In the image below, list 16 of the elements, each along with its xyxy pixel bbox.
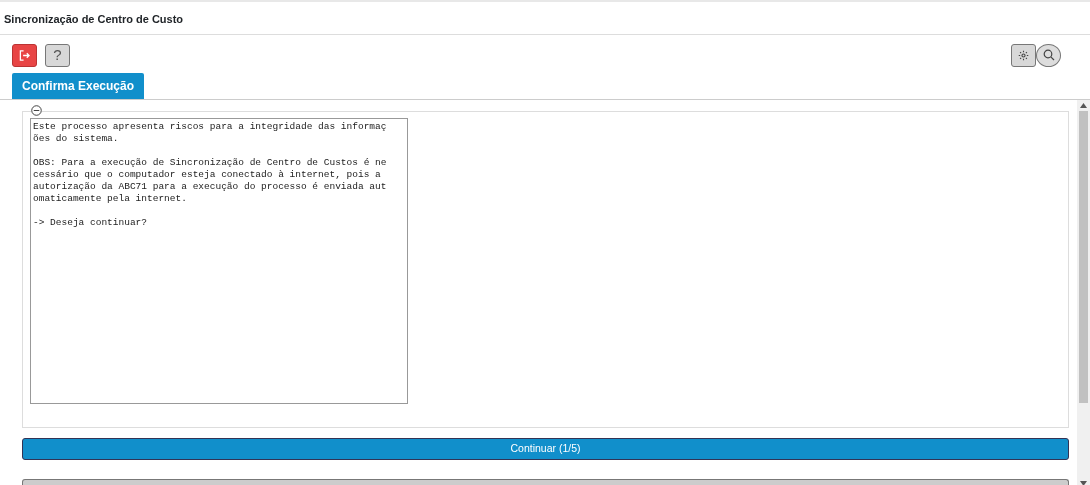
scroll-up-icon[interactable]: [1080, 102, 1087, 108]
search-button[interactable]: [1036, 43, 1061, 67]
secondary-button[interactable]: [22, 478, 1069, 485]
search-icon: [1042, 49, 1055, 61]
settings-button[interactable]: [1011, 43, 1036, 67]
collapse-icon[interactable]: [31, 104, 42, 116]
scroll-down-icon[interactable]: [1080, 480, 1087, 485]
help-button[interactable]: ?: [45, 43, 70, 67]
exit-icon: [19, 49, 30, 61]
scroll-thumb[interactable]: [1079, 110, 1088, 403]
window-title: Sincronização de Centro de Custo: [0, 0, 1090, 35]
settings-icon: [1018, 49, 1029, 61]
continue-button[interactable]: Continuar (1/5): [22, 437, 1069, 460]
message-field[interactable]: Este processo apresenta riscos para a integridade das informações do sistema. OBS: Para a execução de Sincronização de Centro de Custos é necessário que o computador esteja conectado à internet, pois a autorização da ABC71 para a execução do processo é enviada automaticamente pela internet. -> Deseja continuar?: [30, 117, 408, 404]
tab[interactable]: Confirma Execução: [12, 72, 145, 99]
exit-button[interactable]: [12, 43, 37, 67]
